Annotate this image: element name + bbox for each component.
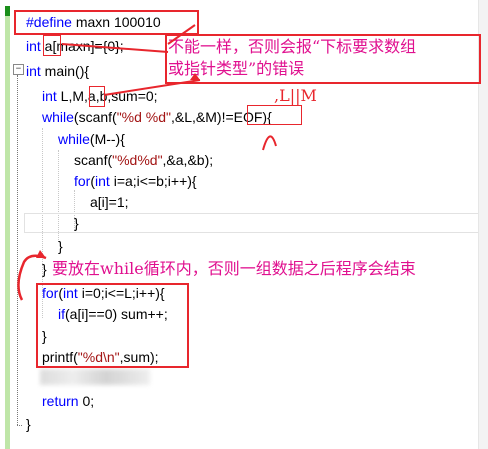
change-bar-marker <box>5 6 10 16</box>
keyword-token: int <box>26 63 41 79</box>
code-token: } <box>26 416 31 432</box>
note1-line2: 或指针类型”的错误 <box>168 59 305 78</box>
code-token: main(){ <box>40 63 90 79</box>
note1-line1: 不能一样，否则会报“下标要求数组 <box>168 37 417 56</box>
code-line[interactable]: a[i]=1; <box>90 192 129 212</box>
code-line[interactable]: return 0; <box>42 391 94 411</box>
code-line[interactable]: } <box>26 414 31 434</box>
fold-end <box>17 425 22 426</box>
code-line[interactable]: } <box>74 213 79 233</box>
code-token: 0; <box>78 393 95 409</box>
for-loop-box <box>36 283 189 368</box>
define-highlight-box <box>14 10 199 35</box>
variable-a-box <box>89 86 105 107</box>
code-line[interactable]: } <box>58 236 63 256</box>
code-line[interactable]: int main(){ <box>26 61 89 81</box>
code-line[interactable]: while(scanf("%d %d",&L,&M)!=EOF){ <box>42 107 272 127</box>
code-token: a[i]=1; <box>90 194 129 210</box>
code-token: i=a;i<=b;i++){ <box>109 173 197 189</box>
code-token: scanf( <box>74 152 113 168</box>
change-bar-icon <box>5 6 10 449</box>
note2: 要放在while循环内，否则一组数据之后程序会结束 <box>52 259 416 278</box>
keyword-token: return <box>42 393 79 409</box>
code-token: (M--){ <box>89 131 125 147</box>
eof-box <box>247 105 302 125</box>
code-token: } <box>74 215 79 231</box>
code-token: L,M,a,b,sum=0; <box>56 88 158 104</box>
code-line[interactable]: scanf("%d%d",&a,&b); <box>74 150 213 170</box>
array-name-box <box>43 35 61 56</box>
code-line[interactable]: int a[maxn]={0}; <box>26 36 124 56</box>
keyword-token: while <box>58 131 90 147</box>
note-lm: ,L||M <box>274 86 317 105</box>
keyword-token: for <box>74 173 91 189</box>
code-token: } <box>58 238 63 254</box>
keyword-token: int <box>42 88 57 104</box>
string-token: "%d %d" <box>116 109 172 125</box>
code-line[interactable]: while(M--){ <box>58 129 125 149</box>
code-token: ,&a,&b); <box>162 152 214 168</box>
code-token: } <box>42 261 47 277</box>
fold-line <box>17 75 19 425</box>
blurred-region <box>40 369 150 385</box>
keyword-token: int <box>26 38 41 54</box>
code-line[interactable]: } <box>42 259 47 279</box>
keyword-token: while <box>42 109 74 125</box>
code-line[interactable]: for(int i=a;i<=b;i++){ <box>74 171 197 191</box>
keyword-token: int <box>95 173 110 189</box>
current-line-highlight <box>24 213 480 233</box>
code-token: (scanf( <box>73 109 117 125</box>
fold-toggle-icon[interactable]: − <box>13 64 24 75</box>
string-token: "%d%d" <box>112 152 163 168</box>
